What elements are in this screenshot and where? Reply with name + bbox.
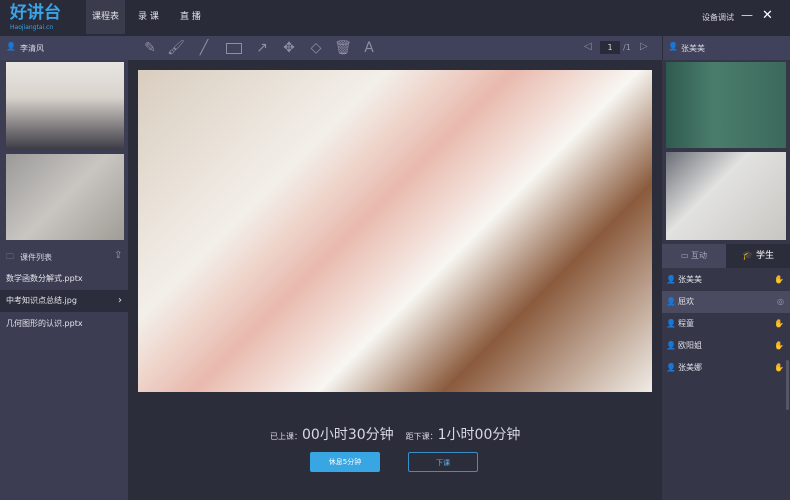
nav-schedule[interactable]: 课程表	[86, 0, 126, 34]
student-name: 欧阳姐	[678, 341, 702, 350]
page-total: /1	[623, 43, 631, 52]
user-icon: 👤	[666, 341, 676, 350]
brush-icon[interactable]: 🖌	[166, 36, 186, 60]
file-item[interactable]: 几何图形的认识.pptx	[0, 313, 128, 335]
text-icon[interactable]: A	[359, 36, 379, 60]
pencil-icon[interactable]: ✎	[140, 36, 160, 60]
teacher-desk-video	[6, 154, 124, 240]
remain-time: 1小时00分钟	[437, 427, 521, 443]
upload-icon[interactable]: ⇪	[114, 250, 122, 261]
scrollbar[interactable]	[786, 360, 789, 410]
hand-icon[interactable]: ✋	[774, 335, 784, 357]
page-input[interactable]: 1	[600, 41, 620, 54]
move-icon[interactable]: ✥	[279, 36, 299, 60]
elapsed-label: 已上课：	[270, 432, 302, 441]
chevron-right-icon: ›	[118, 295, 122, 306]
nav-live[interactable]: 直 播	[174, 0, 207, 34]
student-item[interactable]: 👤 张美美 ✋	[662, 269, 790, 291]
student-item[interactable]: 👤 欧阳姐 ✋	[662, 335, 790, 357]
speaking-icon[interactable]: ◎	[777, 291, 784, 313]
user-icon: 👤	[666, 319, 676, 328]
logo-sub: Haojiangtai.cn	[10, 24, 54, 31]
student-name: 张美娜	[678, 363, 702, 372]
rectangle-icon[interactable]	[224, 36, 244, 60]
tab-label: 学生	[756, 251, 775, 261]
student-video	[666, 62, 786, 148]
end-class-button[interactable]: 下课	[408, 452, 478, 472]
user-icon: 👤	[6, 42, 16, 51]
hand-icon[interactable]: ✋	[774, 313, 784, 335]
student-view-name: 张美美	[681, 44, 705, 53]
whiteboard-image[interactable]	[138, 70, 652, 392]
device-test-button[interactable]: 设备调试	[702, 12, 734, 23]
break-button[interactable]: 休息5分钟	[310, 452, 380, 472]
minimize-button[interactable]: —	[741, 8, 753, 22]
student-item[interactable]: 👤 张美娜 ✋	[662, 357, 790, 379]
user-icon: 👤	[668, 42, 678, 51]
tab-label: 互动	[691, 251, 708, 260]
divider	[662, 36, 663, 60]
hand-icon[interactable]: ✋	[774, 269, 784, 291]
next-page-icon[interactable]: ▷	[640, 41, 648, 52]
hand-icon[interactable]: ✋	[774, 357, 784, 379]
nav-record[interactable]: 录 课	[132, 0, 165, 34]
student-desk-video	[666, 152, 786, 240]
line-icon[interactable]: ╱	[194, 36, 214, 60]
teacher-video	[6, 62, 124, 150]
student-name: 屈欢	[678, 297, 694, 306]
trash-icon[interactable]: 🗑	[333, 36, 353, 60]
teacher-name: 李清风	[20, 44, 44, 53]
student-item[interactable]: 👤 屈欢 ◎	[662, 291, 790, 313]
eraser-icon[interactable]: ◇	[306, 36, 326, 60]
user-icon: 👤	[666, 297, 676, 306]
user-icon: 👤	[666, 363, 676, 372]
arrow-icon[interactable]: ↗	[252, 36, 272, 60]
student-item[interactable]: 👤 程童 ✋	[662, 313, 790, 335]
tab-students[interactable]: 🎓 学生	[726, 244, 790, 268]
file-name: 中考知识点总结.jpg	[6, 296, 77, 305]
file-item[interactable]: 中考知识点总结.jpg ›	[0, 290, 128, 312]
folder-icon: 🗀	[6, 252, 14, 261]
prev-page-icon[interactable]: ◁	[584, 41, 592, 52]
user-icon: 👤	[666, 275, 676, 284]
timer: 已上课：00小时30分钟 距下课：1小时00分钟	[270, 424, 520, 444]
elapsed-time: 00小时30分钟	[302, 427, 394, 443]
close-button[interactable]: ✕	[762, 8, 773, 23]
courseware-title: 课件列表	[20, 253, 52, 262]
file-item[interactable]: 数学函数分解式.pptx	[0, 268, 128, 290]
logo-text: 好讲台	[10, 3, 61, 23]
tab-interaction[interactable]: ▭ 互动	[662, 244, 726, 268]
student-name: 程童	[678, 319, 694, 328]
remain-label: 距下课：	[405, 432, 438, 441]
student-name: 张美美	[678, 275, 702, 284]
